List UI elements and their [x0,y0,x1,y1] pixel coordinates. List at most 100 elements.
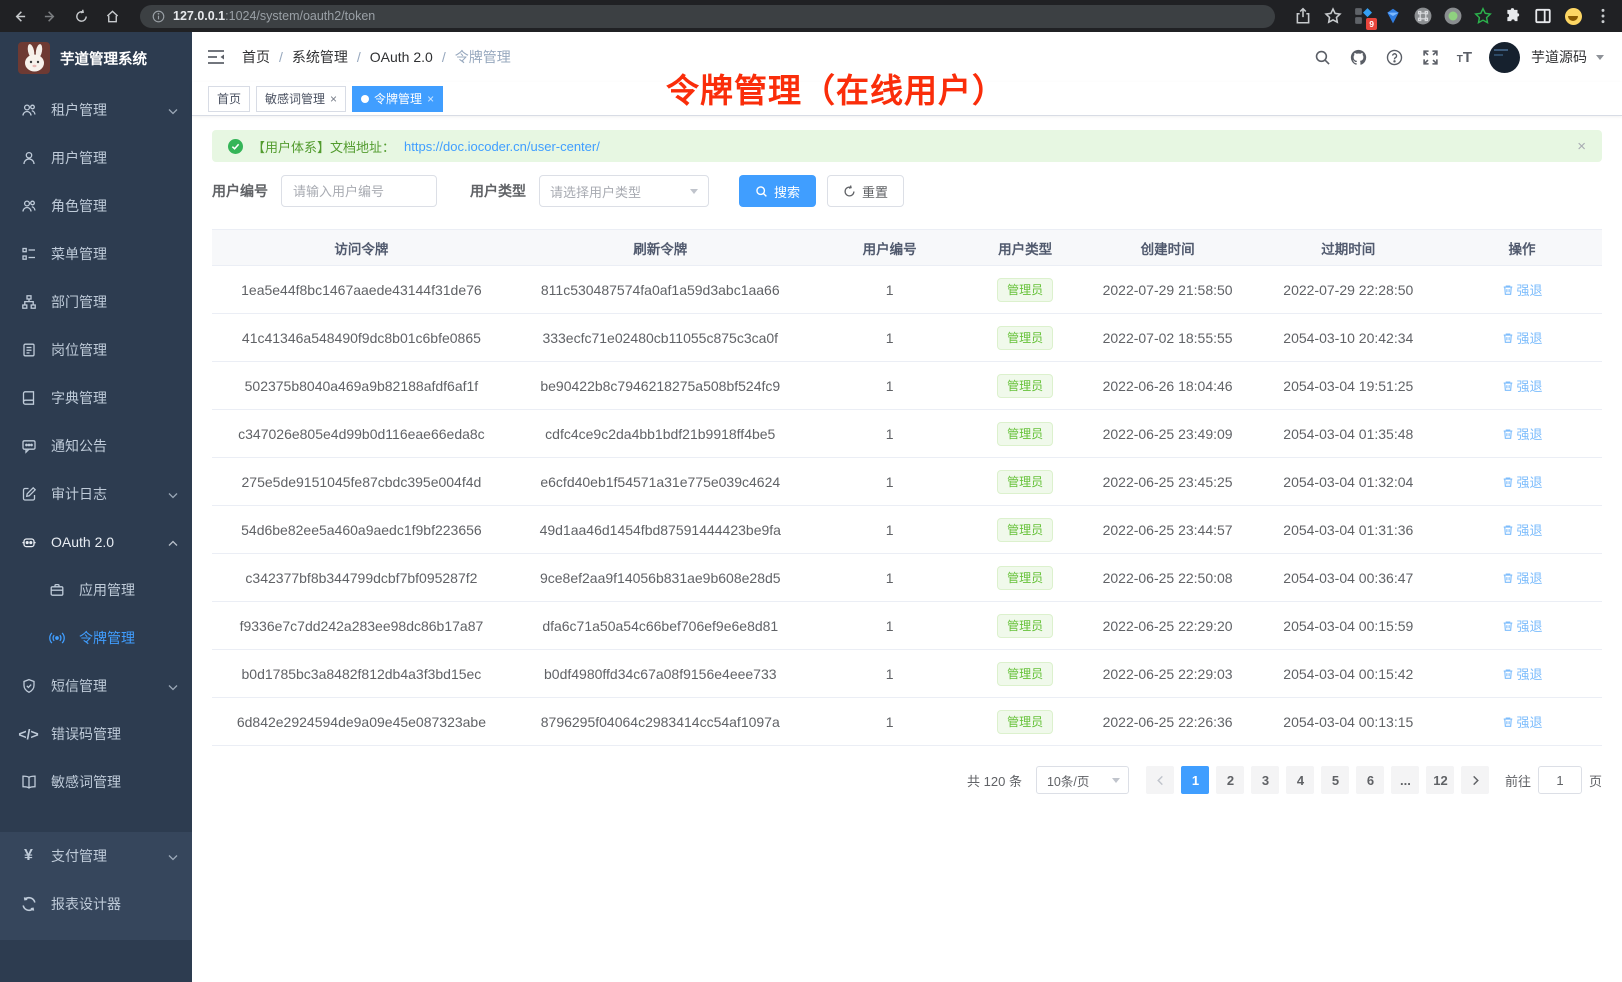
sidebar-item-menu[interactable]: 菜单管理 [0,230,192,278]
green-star-icon[interactable] [1474,7,1492,25]
sidebar-item-dept[interactable]: 部门管理 [0,278,192,326]
doc-link[interactable]: https://doc.iocoder.cn/user-center/ [404,139,600,154]
sidebar-item-oauth[interactable]: OAuth 2.0 [0,518,192,566]
fullscreen-icon[interactable] [1421,48,1440,67]
caret-down-icon[interactable] [1596,55,1604,60]
refresh-token-cell: 811c530487574fa0af1a59d3abc1aa66 [511,282,810,298]
breadcrumb-home[interactable]: 首页 [242,47,270,67]
username[interactable]: 芋道源码 [1531,47,1587,67]
more-pages-button[interactable]: ... [1391,766,1419,794]
refresh-token-cell: 8796295f04064c2983414cc54af1097a [511,714,810,730]
info-icon [152,10,165,23]
force-logout-button[interactable]: 强退 [1502,664,1543,683]
access-token-cell: 1ea5e44f8bc1467aaede43144f31de76 [212,282,511,298]
user-type-select[interactable]: 请选择用户类型 [539,175,709,207]
page-size-select[interactable]: 10条/页 [1036,766,1129,794]
app-title: 芋道管理系统 [60,48,147,69]
sidebar-item-pay[interactable]: ¥ 支付管理 [0,832,192,880]
force-logout-button[interactable]: 强退 [1502,472,1543,491]
user-type-badge: 管理员 [997,518,1053,542]
sidebar-item-tenant[interactable]: 租户管理 [0,86,192,134]
avatar[interactable] [1489,42,1520,73]
reset-button[interactable]: 重置 [827,175,904,207]
search-button[interactable]: 搜索 [739,175,816,207]
search-icon[interactable] [1313,48,1332,67]
sidebar-item-oauth-token[interactable]: 令牌管理 [0,614,192,662]
breadcrumb-current: 令牌管理 [455,47,511,67]
command-icon[interactable] [1414,7,1432,25]
sidebar-item-report-designer[interactable]: 报表设计器 [0,880,192,928]
tab-home[interactable]: 首页 [208,86,250,112]
extension-grid-icon[interactable]: 9 [1354,7,1372,25]
bookmark-star-icon[interactable] [1324,7,1342,25]
force-logout-button[interactable]: 强退 [1502,280,1543,299]
page-button-2[interactable]: 2 [1216,766,1244,794]
sidebar-item-sms[interactable]: 短信管理 [0,662,192,710]
help-icon[interactable] [1385,48,1404,67]
page-button-4[interactable]: 4 [1286,766,1314,794]
sidebar-item-post[interactable]: 岗位管理 [0,326,192,374]
puzzle-icon[interactable] [1504,7,1522,25]
forward-icon[interactable] [41,7,59,25]
user-id-cell: 1 [810,282,970,298]
reload-icon[interactable] [72,7,90,25]
sidebar-item-sensitive[interactable]: 敏感词管理 [0,758,192,806]
user-id-cell: 1 [810,522,970,538]
user-type-badge: 管理员 [997,374,1053,398]
force-logout-button[interactable]: 强退 [1502,520,1543,539]
user-id-input[interactable] [281,175,437,207]
sidebar-item-errcode[interactable]: </> 错误码管理 [0,710,192,758]
user-type-badge: 管理员 [997,710,1053,734]
gem-icon[interactable] [1384,7,1402,25]
force-logout-button[interactable]: 强退 [1502,712,1543,731]
sidebar-panel-icon[interactable] [1534,7,1552,25]
sidebar-item-dict[interactable]: 字典管理 [0,374,192,422]
edit-log-icon [20,486,37,503]
force-logout-button[interactable]: 强退 [1502,568,1543,587]
force-logout-button[interactable]: 强退 [1502,328,1543,347]
prev-page-button[interactable] [1146,766,1174,794]
created-time-cell: 2022-07-29 21:58:50 [1081,282,1255,298]
collapse-sidebar-icon[interactable] [206,47,226,67]
page-button-3[interactable]: 3 [1251,766,1279,794]
expire-time-cell: 2054-03-04 00:36:47 [1254,570,1442,586]
chevron-down-icon [168,102,178,118]
sidebar-item-role[interactable]: 角色管理 [0,182,192,230]
back-icon[interactable] [10,7,28,25]
sidebar-item-audit-log[interactable]: 审计日志 [0,470,192,518]
user-id-cell: 1 [810,618,970,634]
tab-sensitive[interactable]: 敏感词管理× [256,86,346,112]
font-size-icon[interactable]: TT [1457,49,1472,66]
github-icon[interactable] [1349,48,1368,67]
url-bar[interactable]: 127.0.0.1:1024/system/oauth2/token [140,5,1275,28]
sidebar-item-oauth-app[interactable]: 应用管理 [0,566,192,614]
home-icon[interactable] [103,7,121,25]
tab-token[interactable]: 令牌管理× [352,86,443,112]
force-logout-button[interactable]: 强退 [1502,376,1543,395]
page-button-6[interactable]: 6 [1356,766,1384,794]
token-table: 访问令牌 刷新令牌 用户编号 用户类型 创建时间 过期时间 操作 1ea5e44… [212,229,1602,746]
page-button-12[interactable]: 12 [1426,766,1454,794]
breadcrumb-oauth[interactable]: OAuth 2.0 [370,49,433,65]
close-icon[interactable]: × [330,93,337,105]
close-icon[interactable]: × [1577,138,1586,155]
share-icon[interactable] [1294,7,1312,25]
record-icon[interactable] [1444,7,1462,25]
menu-tree-icon [20,246,37,263]
close-icon[interactable]: × [427,93,434,105]
created-time-cell: 2022-06-25 23:44:57 [1081,522,1255,538]
page-button-1[interactable]: 1 [1181,766,1209,794]
search-form: 用户编号 用户类型 请选择用户类型 搜索 重置 [212,175,1602,207]
page-button-5[interactable]: 5 [1321,766,1349,794]
breadcrumb-system[interactable]: 系统管理 [292,47,348,67]
sidebar-item-user[interactable]: 用户管理 [0,134,192,182]
force-logout-button[interactable]: 强退 [1502,616,1543,635]
menu-dots-icon[interactable] [1594,7,1612,25]
user-id-cell: 1 [810,570,970,586]
next-page-button[interactable] [1461,766,1489,794]
sidebar-item-notice[interactable]: 通知公告 [0,422,192,470]
force-logout-button[interactable]: 强退 [1502,424,1543,443]
annotation-overlay: 令牌管理（在线用户） [666,64,1006,112]
goto-page-input[interactable] [1538,766,1582,794]
profile-emoji-icon[interactable] [1564,7,1582,25]
